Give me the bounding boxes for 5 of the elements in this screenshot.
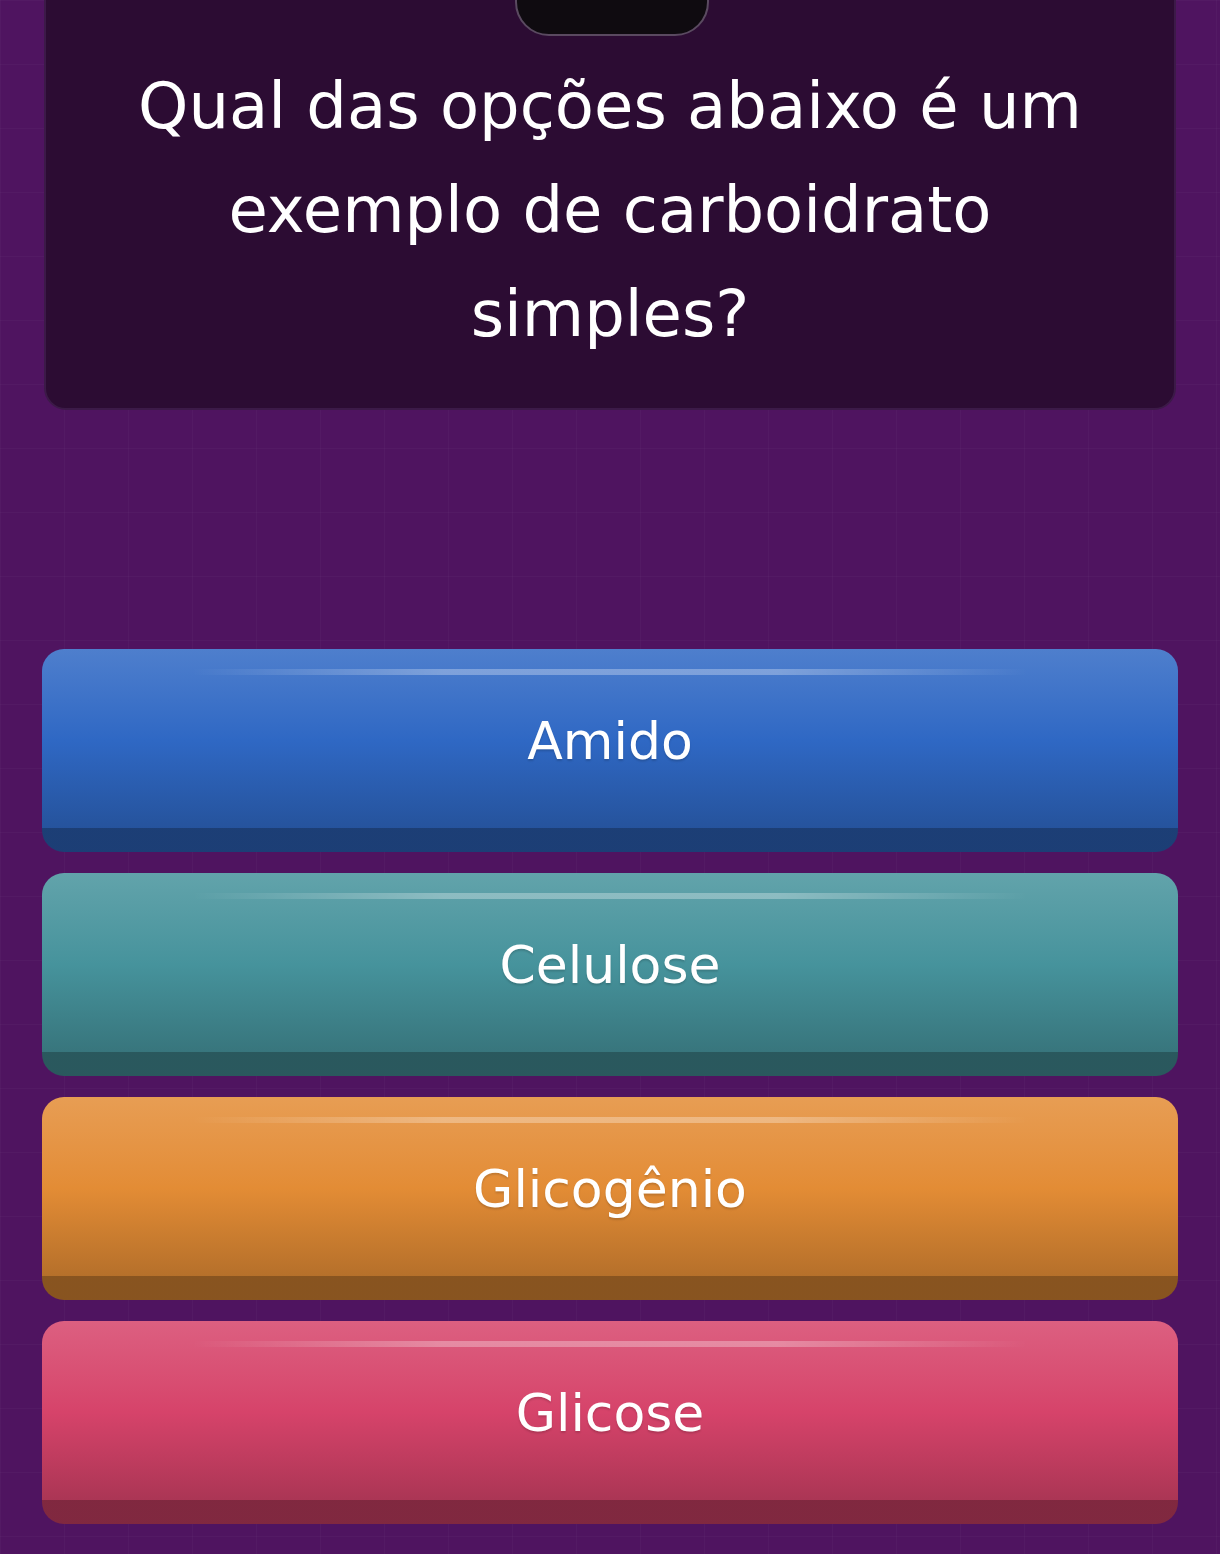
question-text: Qual das opções abaixo é um exemplo de carboidrato simples? xyxy=(137,68,1083,353)
answer-button[interactable]: Celulose xyxy=(42,873,1178,1076)
answer-button[interactable]: Glicogênio xyxy=(42,1097,1178,1300)
answer-button[interactable]: Glicose xyxy=(42,1321,1178,1524)
answer-button[interactable]: Amido xyxy=(42,649,1178,852)
